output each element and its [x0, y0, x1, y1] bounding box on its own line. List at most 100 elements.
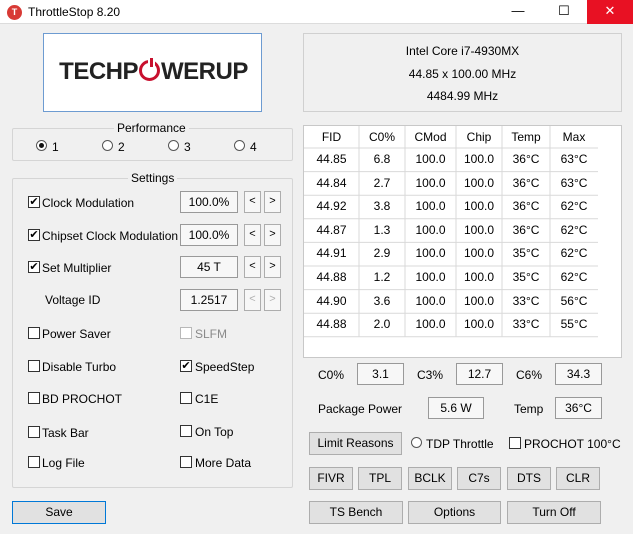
- table-header-cell: C0%: [368, 130, 395, 144]
- table-cell: 62°C: [560, 270, 588, 284]
- turn-off-button[interactable]: Turn Off: [507, 501, 601, 524]
- c7s-button[interactable]: C7s: [457, 467, 501, 490]
- logo-wordmark: TECHP WERUP: [44, 58, 263, 86]
- speedstep-checkbox[interactable]: ✔: [180, 360, 192, 372]
- table-cell: 56°C: [560, 293, 588, 308]
- set-multiplier-decrease[interactable]: <: [244, 256, 261, 278]
- more-data-checkbox[interactable]: [180, 456, 192, 468]
- table-cell: 2.9: [373, 246, 391, 261]
- table-cell: 100.0: [415, 270, 446, 284]
- power-saver-label: Power Saver: [42, 327, 111, 341]
- table-header-cell: Max: [562, 130, 586, 144]
- voltage-id-value: 1.2517: [180, 289, 238, 311]
- table-cell: 100.0: [463, 293, 495, 308]
- fivr-button[interactable]: FIVR: [309, 467, 353, 490]
- table-cell: 2.0: [373, 317, 391, 332]
- techpowerup-logo[interactable]: TECHP WERUP: [43, 33, 262, 112]
- bd-prochot-checkbox[interactable]: [28, 392, 40, 404]
- profile-radio-3[interactable]: [168, 140, 179, 151]
- table-cell: 35°C: [512, 270, 540, 284]
- prochot-100-checkbox[interactable]: [509, 437, 521, 449]
- clock-modulation-checkbox[interactable]: ✔: [28, 196, 40, 208]
- table-cell: 100.0: [463, 317, 495, 332]
- performance-title: Performance: [114, 121, 189, 135]
- table-cell: 44.87: [316, 222, 347, 237]
- on-top-label: On Top: [195, 425, 234, 439]
- log-file-checkbox[interactable]: [28, 456, 40, 468]
- clock-modulation-decrease[interactable]: <: [244, 191, 261, 213]
- table-cell: 100.0: [463, 270, 495, 284]
- minimize-button[interactable]: —: [495, 0, 541, 24]
- c1e-checkbox[interactable]: [180, 392, 192, 404]
- profile-label-3: 3: [184, 140, 191, 154]
- chipset-modulation-decrease[interactable]: <: [244, 224, 261, 246]
- table-cell: 100.0: [415, 175, 446, 190]
- slfm-checkbox[interactable]: [180, 327, 192, 339]
- table-cell: 100.0: [415, 199, 446, 214]
- bd-prochot-label: BD PROCHOT: [42, 392, 123, 406]
- table-cell: 36°C: [512, 152, 540, 166]
- c1e-label: C1E: [195, 392, 219, 406]
- clr-button[interactable]: CLR: [556, 467, 600, 490]
- tdp-throttle-label: TDP Throttle: [426, 437, 494, 451]
- profile-label-2: 2: [118, 140, 125, 154]
- close-button[interactable]: ✕: [587, 0, 633, 24]
- table-cell: 44.84: [316, 175, 347, 190]
- c6-label: C6%: [516, 368, 543, 382]
- table-cell: 36°C: [512, 222, 540, 237]
- voltage-id-decrease[interactable]: <: [244, 289, 261, 311]
- cpu-name: Intel Core i7-4930MX: [405, 44, 520, 58]
- clock-modulation-label: Clock Modulation: [42, 196, 135, 210]
- set-multiplier-checkbox[interactable]: ✔: [28, 261, 40, 273]
- disable-turbo-checkbox[interactable]: [28, 360, 40, 372]
- ts-bench-button[interactable]: TS Bench: [309, 501, 403, 524]
- table-cell: 63°C: [560, 175, 588, 190]
- profile-radio-2[interactable]: [102, 140, 113, 151]
- logo-text-left: TECHP: [59, 58, 138, 85]
- profile-radio-1[interactable]: [36, 140, 47, 151]
- title-bar[interactable]: T ThrottleStop 8.20 — ☐ ✕: [0, 0, 633, 24]
- cpu-multiplier: 44.85 x 100.00 MHz: [408, 67, 517, 81]
- log-file-label: Log File: [42, 456, 85, 470]
- clock-modulation-increase[interactable]: >: [264, 191, 281, 213]
- speedstep-label: SpeedStep: [195, 360, 255, 374]
- profile-radio-4[interactable]: [234, 140, 245, 151]
- bclk-button[interactable]: BCLK: [408, 467, 452, 490]
- save-button[interactable]: Save: [12, 501, 106, 524]
- c0-label: C0%: [318, 368, 345, 382]
- dts-button[interactable]: DTS: [507, 467, 551, 490]
- task-bar-checkbox[interactable]: [28, 426, 40, 438]
- table-cell: 100.0: [415, 293, 446, 308]
- tpl-button[interactable]: TPL: [358, 467, 402, 490]
- table-cell: 44.90: [316, 293, 347, 308]
- options-button[interactable]: Options: [408, 501, 501, 524]
- table-header-cell: FID: [321, 130, 342, 144]
- table-cell: 44.85: [316, 152, 347, 166]
- c3-value: 12.7: [456, 363, 503, 385]
- voltage-id-increase[interactable]: >: [264, 289, 281, 311]
- slfm-label: SLFM: [195, 327, 228, 341]
- c3-label: C3%: [417, 368, 444, 382]
- set-multiplier-increase[interactable]: >: [264, 256, 281, 278]
- chipset-modulation-value: 100.0%: [180, 224, 238, 246]
- c6-value: 34.3: [555, 363, 602, 385]
- table-cell: 100.0: [415, 222, 446, 237]
- table-cell: 35°C: [512, 246, 540, 261]
- tdp-throttle-indicator: [411, 437, 422, 448]
- cpu-info-panel: Intel Core i7-4930MX 44.85 x 100.00 MHz …: [303, 33, 622, 112]
- window-title: ThrottleStop 8.20: [28, 5, 121, 19]
- on-top-checkbox[interactable]: [180, 425, 192, 437]
- set-multiplier-value: 45 T: [180, 256, 238, 278]
- table-cell: 1.2: [373, 270, 391, 284]
- clock-modulation-value: 100.0%: [180, 191, 238, 213]
- table-cell: 100.0: [463, 175, 495, 190]
- table-cell: 44.92: [316, 199, 347, 214]
- power-saver-checkbox[interactable]: [28, 327, 40, 339]
- app-icon: T: [7, 5, 22, 20]
- prochot-100-label: PROCHOT 100°C: [524, 437, 621, 451]
- chipset-modulation-checkbox[interactable]: ✔: [28, 229, 40, 241]
- chipset-modulation-increase[interactable]: >: [264, 224, 281, 246]
- limit-reasons-button[interactable]: Limit Reasons: [309, 432, 402, 455]
- voltage-id-label: Voltage ID: [45, 293, 101, 307]
- maximize-button[interactable]: ☐: [541, 0, 587, 24]
